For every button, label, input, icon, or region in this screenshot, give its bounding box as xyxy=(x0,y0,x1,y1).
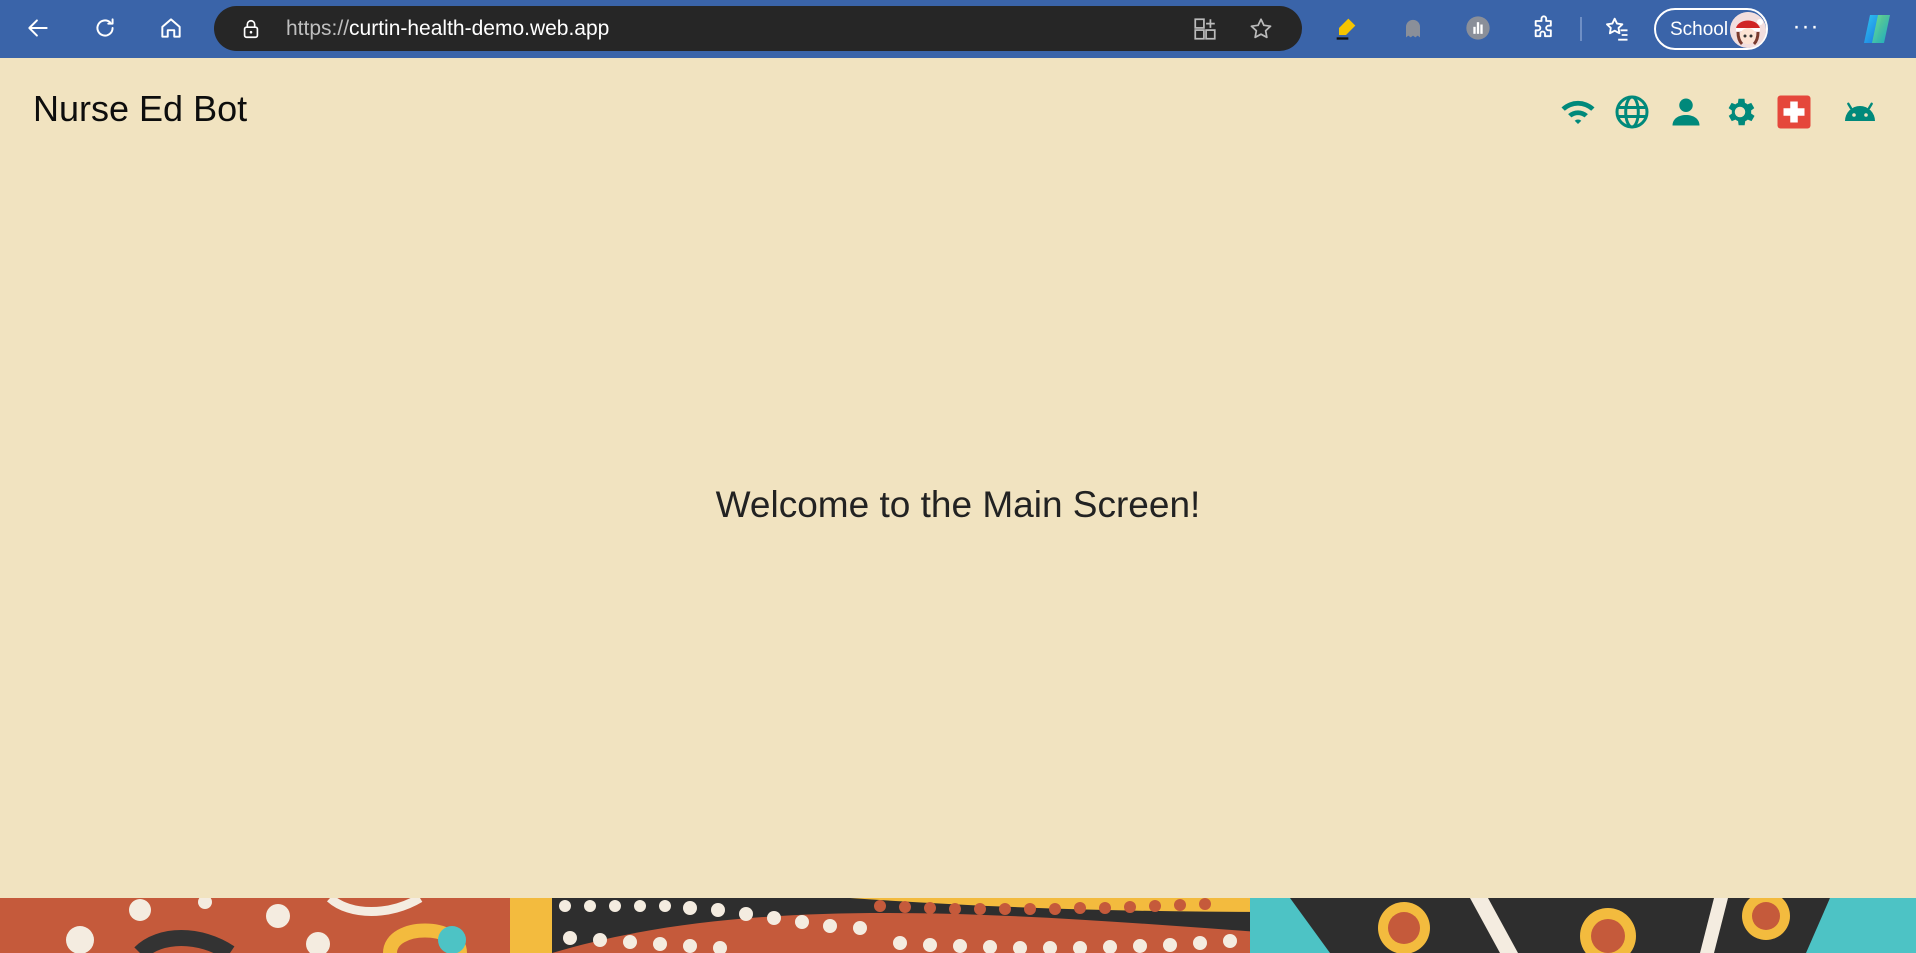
puzzle-icon xyxy=(1534,15,1552,38)
back-button[interactable] xyxy=(18,9,58,47)
wifi-icon xyxy=(1561,100,1595,124)
gear-icon xyxy=(1728,98,1755,126)
wifi-button[interactable] xyxy=(1558,92,1598,132)
back-arrow-icon xyxy=(28,19,48,37)
ghost-extension-button[interactable] xyxy=(1398,13,1428,43)
decorative-art-banner xyxy=(0,898,1916,953)
settings-button[interactable] xyxy=(1720,92,1760,132)
copilot-button[interactable] xyxy=(1858,10,1896,48)
aboriginal-art-pattern xyxy=(0,898,1916,953)
ghost-icon xyxy=(1406,19,1420,38)
language-button[interactable] xyxy=(1612,92,1652,132)
refresh-button[interactable] xyxy=(85,9,125,47)
favorites-button[interactable] xyxy=(1602,13,1632,43)
address-bar[interactable]: https://curtin-health-demo.web.app xyxy=(214,6,1302,51)
star-icon xyxy=(1250,18,1272,39)
refresh-icon xyxy=(96,18,114,37)
highlighter-icon xyxy=(1336,18,1356,40)
app-available-button[interactable] xyxy=(1192,16,1218,42)
url-text[interactable]: https://curtin-health-demo.web.app xyxy=(286,17,609,41)
profile-button[interactable]: School xyxy=(1654,8,1768,50)
person-icon xyxy=(1672,98,1700,126)
url-scheme: https:// xyxy=(286,17,350,40)
medical-cross-icon xyxy=(1777,95,1811,129)
profile-account-button[interactable] xyxy=(1666,92,1706,132)
medical-button[interactable] xyxy=(1774,92,1814,132)
app-title: Nurse Ed Bot xyxy=(33,88,248,129)
android-icon xyxy=(1845,102,1875,121)
home-button[interactable] xyxy=(151,9,191,47)
url-host: curtin-health-demo.web.app xyxy=(349,17,610,40)
favorites-list-icon xyxy=(1606,17,1628,41)
favorite-button[interactable] xyxy=(1248,16,1274,42)
extensions-button[interactable] xyxy=(1530,13,1560,43)
avatar xyxy=(1730,12,1766,48)
globe-icon xyxy=(1615,95,1649,129)
copilot-icon xyxy=(1864,15,1890,43)
profile-label: School xyxy=(1670,19,1729,40)
android-button[interactable] xyxy=(1840,92,1880,132)
more-options-button[interactable]: ··· xyxy=(1790,14,1822,44)
app-grid-icon xyxy=(1194,18,1216,40)
browser-toolbar: https://curtin-health-demo.web.app Schoo… xyxy=(0,0,1916,58)
home-icon xyxy=(161,18,181,38)
highlighter-extension-button[interactable] xyxy=(1331,13,1361,43)
welcome-message: Welcome to the Main Screen! xyxy=(715,484,1201,525)
lock-icon[interactable] xyxy=(240,18,262,40)
toolbar-separator xyxy=(1580,17,1582,41)
stats-extension-button[interactable] xyxy=(1463,13,1493,43)
stats-icon xyxy=(1466,16,1490,40)
